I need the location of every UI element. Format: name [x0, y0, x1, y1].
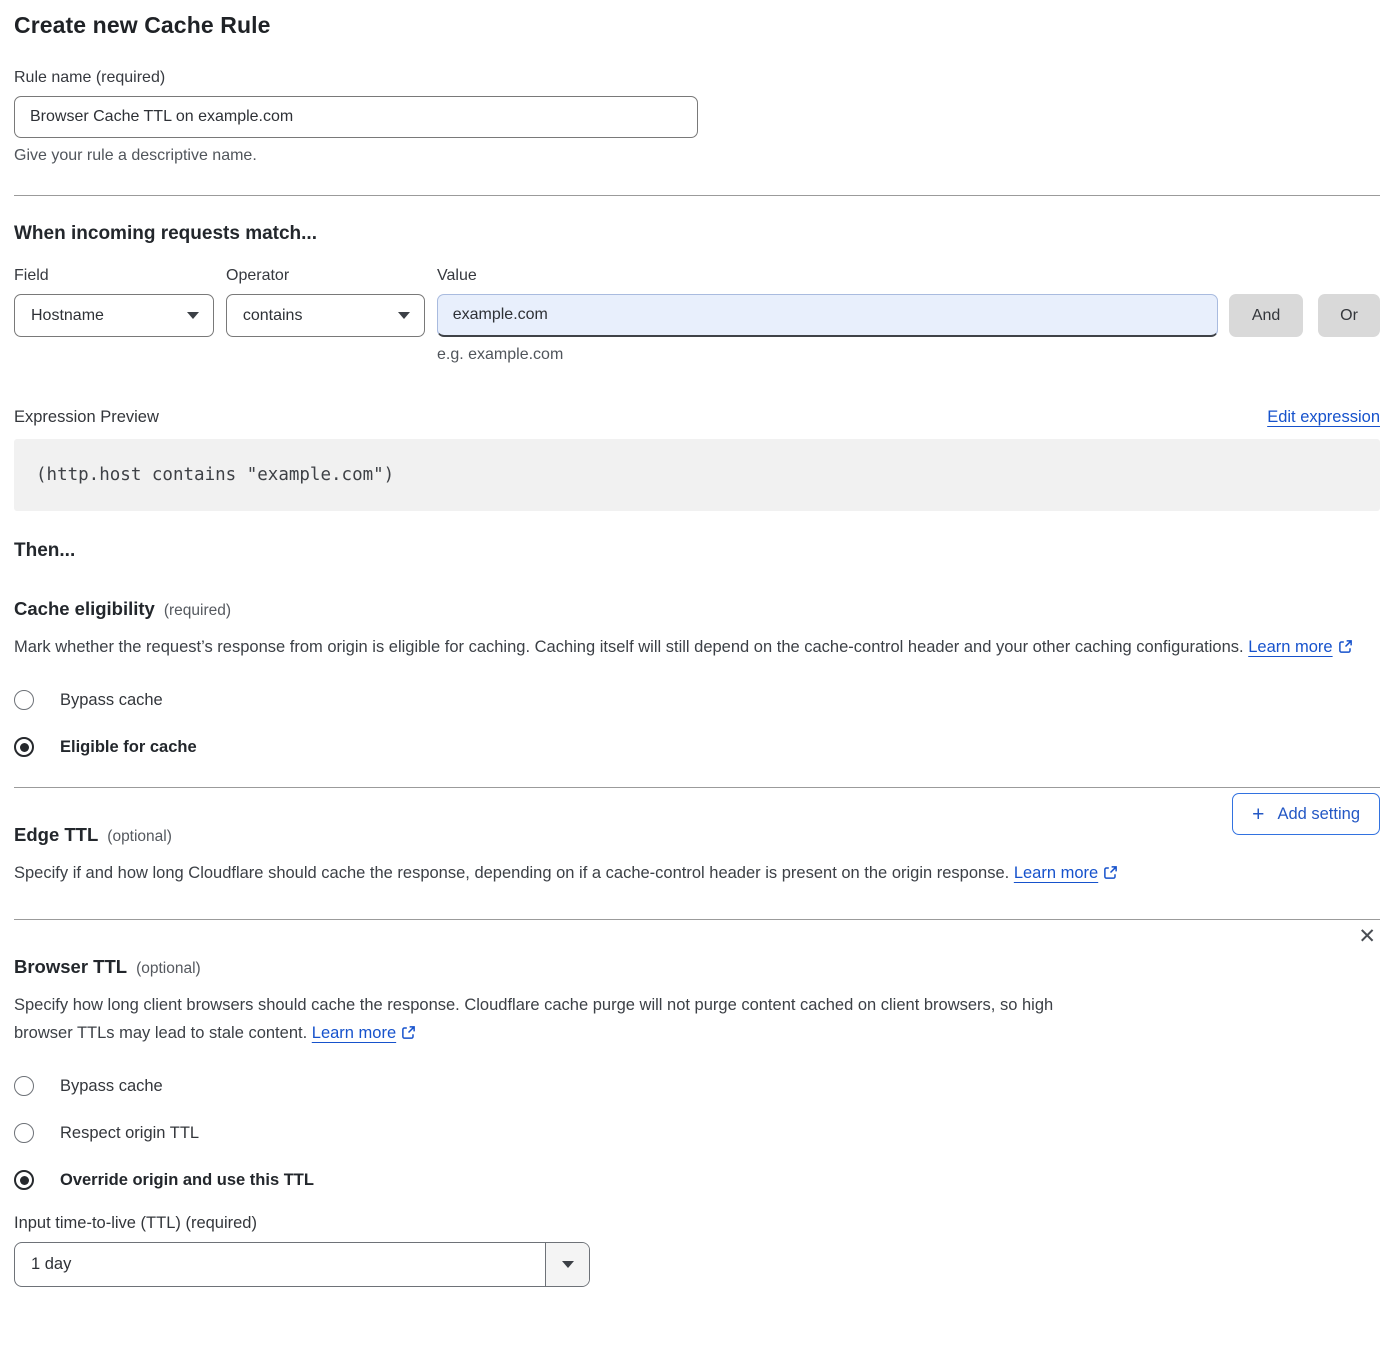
- chevron-down-icon: [398, 312, 410, 319]
- radio-option-override-origin-ttl[interactable]: Override origin and use this TTL: [14, 1170, 314, 1190]
- ttl-select-dropdown-button[interactable]: [545, 1243, 589, 1286]
- radio-option-label: Bypass cache: [60, 691, 163, 710]
- expression-preview-label: Expression Preview: [14, 408, 159, 427]
- value-input[interactable]: [437, 294, 1218, 337]
- match-builder: Field Operator Value Hostname contains A…: [14, 267, 1380, 364]
- edge-ttl-description-text: Specify if and how long Cloudflare shoul…: [14, 864, 1009, 882]
- radio-button-icon[interactable]: [14, 690, 34, 710]
- add-setting-button[interactable]: + Add setting: [1232, 793, 1380, 835]
- chevron-down-icon: [562, 1261, 574, 1268]
- radio-button-icon[interactable]: [14, 1170, 34, 1190]
- edge-ttl-optional-tag: (optional): [107, 828, 172, 846]
- external-link-icon: [401, 1026, 416, 1044]
- ttl-select-value: 1 day: [15, 1243, 545, 1286]
- rule-name-input[interactable]: [14, 96, 698, 138]
- value-column-label: Value: [437, 267, 477, 285]
- cache-eligibility-description-text: Mark whether the request’s response from…: [14, 638, 1244, 656]
- cache-eligibility-description: Mark whether the request’s response from…: [14, 633, 1364, 663]
- cache-eligibility-title: Cache eligibility: [14, 598, 155, 620]
- radio-button-icon[interactable]: [14, 737, 34, 757]
- create-cache-rule-form: Create new Cache Rule Rule name (require…: [14, 12, 1380, 1287]
- page-title: Create new Cache Rule: [14, 12, 1380, 39]
- add-setting-label: Add setting: [1277, 805, 1360, 824]
- field-select-value: Hostname: [31, 307, 104, 325]
- ttl-input-label: Input time-to-live (TTL) (required): [14, 1214, 1380, 1233]
- operator-select[interactable]: contains: [226, 294, 425, 337]
- browser-ttl-optional-tag: (optional): [136, 960, 201, 978]
- plus-icon: +: [1252, 804, 1264, 825]
- edge-ttl-title: Edge TTL: [14, 824, 98, 846]
- radio-button-icon[interactable]: [14, 1076, 34, 1096]
- close-icon[interactable]: ✕: [1354, 922, 1380, 951]
- cache-eligibility-required-tag: (required): [164, 602, 231, 620]
- radio-button-icon[interactable]: [14, 1123, 34, 1143]
- radio-option-label: Bypass cache: [60, 1077, 163, 1096]
- edge-ttl-description: Specify if and how long Cloudflare shoul…: [14, 859, 1118, 889]
- radio-option-respect-origin-ttl[interactable]: Respect origin TTL: [14, 1123, 199, 1143]
- radio-option-label: Eligible for cache: [60, 738, 197, 757]
- and-button[interactable]: And: [1229, 294, 1303, 337]
- edge-ttl-learn-more-link[interactable]: Learn more: [1014, 864, 1098, 882]
- then-heading: Then...: [14, 540, 1380, 562]
- browser-ttl-title: Browser TTL: [14, 956, 127, 978]
- section-divider: [14, 195, 1380, 196]
- field-column-label: Field: [14, 267, 226, 285]
- radio-option-bypass-cache[interactable]: Bypass cache: [14, 690, 163, 710]
- chevron-down-icon: [187, 312, 199, 319]
- edit-expression-link[interactable]: Edit expression: [1267, 408, 1380, 427]
- expression-preview-code: (http.host contains "example.com"): [14, 439, 1380, 511]
- value-help-text: e.g. example.com: [437, 346, 1380, 364]
- browser-ttl-description: Specify how long client browsers should …: [14, 991, 1109, 1049]
- radio-option-label: Respect origin TTL: [60, 1124, 199, 1143]
- rule-name-label: Rule name (required): [14, 69, 1380, 87]
- expression-code-text: (http.host contains "example.com"): [36, 465, 394, 485]
- browser-ttl-learn-more-link[interactable]: Learn more: [312, 1024, 396, 1042]
- rule-name-help: Give your rule a descriptive name.: [14, 147, 1380, 165]
- radio-option-eligible-for-cache[interactable]: Eligible for cache: [14, 737, 197, 757]
- match-section-heading: When incoming requests match...: [14, 223, 1380, 245]
- operator-select-value: contains: [243, 307, 303, 325]
- radio-option-browser-bypass-cache[interactable]: Bypass cache: [14, 1076, 163, 1096]
- radio-option-label: Override origin and use this TTL: [60, 1171, 314, 1190]
- external-link-icon: [1338, 640, 1353, 658]
- browser-ttl-description-text: Specify how long client browsers should …: [14, 996, 1053, 1042]
- cache-eligibility-learn-more-link[interactable]: Learn more: [1248, 638, 1332, 656]
- or-button[interactable]: Or: [1318, 294, 1380, 337]
- external-link-icon: [1103, 866, 1118, 884]
- operator-column-label: Operator: [226, 267, 437, 285]
- field-select[interactable]: Hostname: [14, 294, 214, 337]
- ttl-select[interactable]: 1 day: [14, 1242, 590, 1287]
